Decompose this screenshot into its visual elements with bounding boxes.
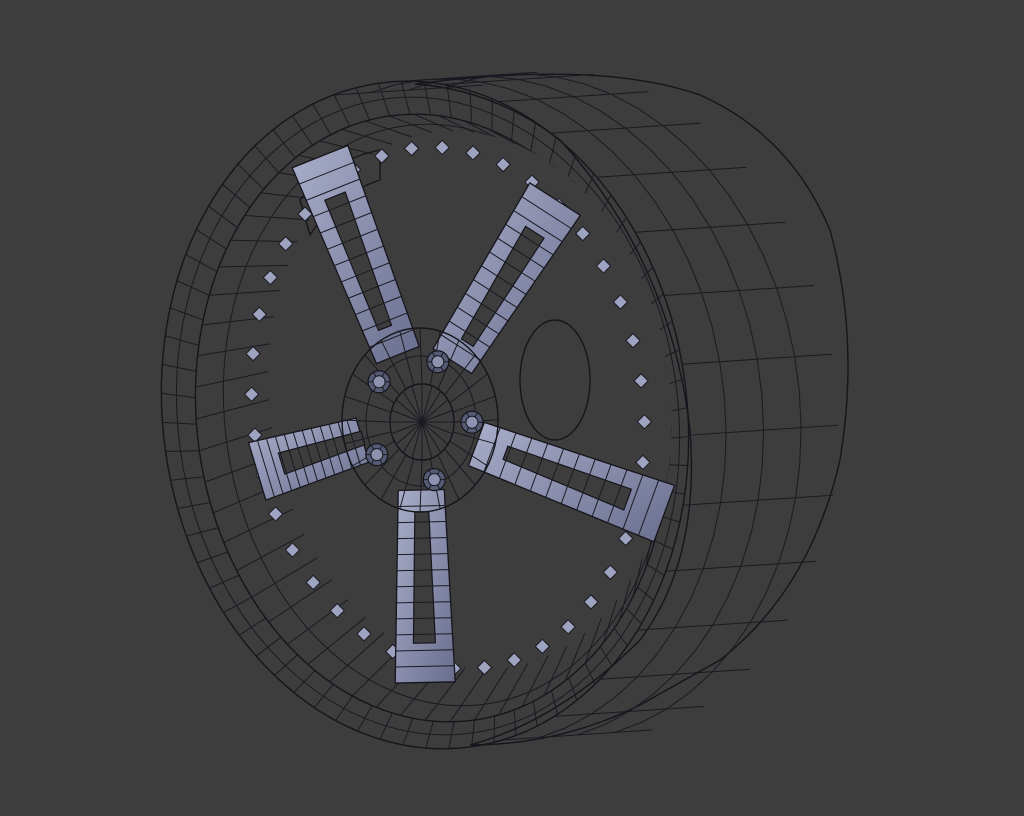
3d-viewport[interactable] <box>0 0 1024 816</box>
rim-bolt <box>329 602 346 619</box>
rim-bolt <box>305 574 321 591</box>
rim-bolt <box>356 626 372 642</box>
lug-nut <box>365 443 389 467</box>
spoke <box>394 488 456 684</box>
wheel-rim-model <box>160 71 849 750</box>
rim-bolt <box>284 542 301 558</box>
rim-bolt <box>277 235 294 252</box>
rim-bolt <box>267 506 284 522</box>
lug-nut <box>422 468 446 492</box>
lug-nut <box>426 350 450 374</box>
lug-nut <box>367 370 391 394</box>
rim-bolt <box>243 386 260 402</box>
rim-bolt <box>262 269 279 286</box>
lug-nut <box>460 410 484 434</box>
rim-bolt <box>245 345 261 362</box>
